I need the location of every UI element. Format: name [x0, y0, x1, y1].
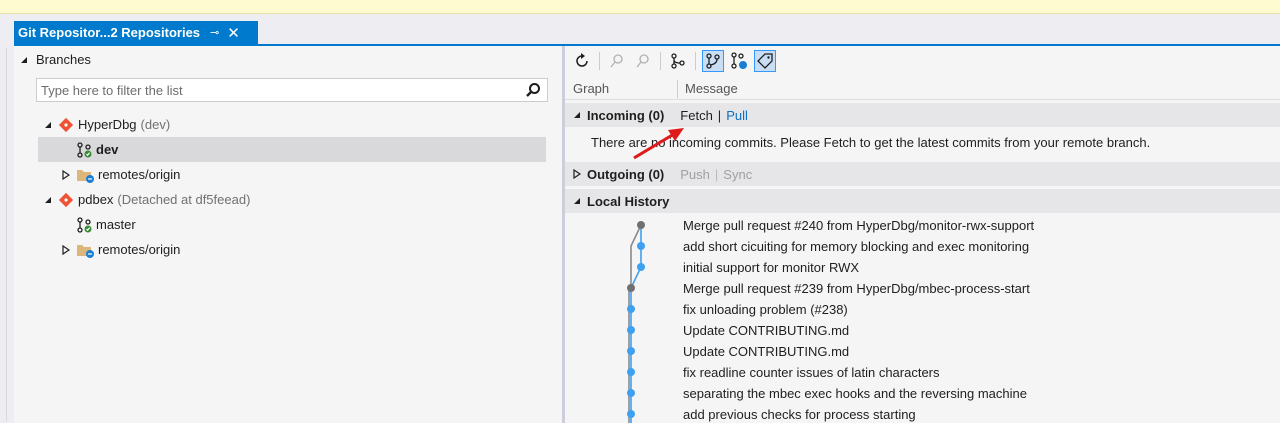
branch-icon — [77, 216, 92, 233]
expand-triangle-icon[interactable] — [573, 169, 581, 179]
expand-triangle-icon[interactable] — [62, 169, 70, 180]
notification-bar — [0, 0, 1280, 14]
commit-row[interactable]: fix unloading problem (#238) — [683, 299, 848, 320]
show-remote-branches-button[interactable] — [728, 50, 750, 72]
commit-row[interactable]: initial support for monitor RWX — [683, 257, 859, 278]
repo-branch-hint: (dev) — [140, 117, 171, 132]
outgoing-section-header[interactable]: Outgoing (0) Push | Sync — [565, 162, 1280, 186]
pin-icon[interactable]: ⊸ — [210, 26, 219, 39]
commit-node — [627, 326, 635, 334]
branch-name: dev — [96, 142, 119, 157]
tab-title: Git Repositor...2 Repositories — [18, 25, 201, 40]
remote-branches-icon — [731, 52, 747, 69]
repo-pdbex[interactable]: pdbex (Detached at df5feead) — [44, 187, 250, 212]
commit-row[interactable]: Merge pull request #239 from HyperDbg/mb… — [683, 278, 1030, 299]
repo-hyperdbg[interactable]: HyperDbg (dev) — [44, 112, 170, 137]
push-link[interactable]: Push — [680, 167, 710, 182]
search-icon[interactable] — [525, 82, 541, 98]
close-icon[interactable]: ✕ — [227, 24, 240, 42]
branch-filter — [36, 78, 548, 102]
commit-row[interactable]: Merge pull request #240 from HyperDbg/mo… — [683, 215, 1034, 236]
commit-node — [637, 263, 645, 271]
commit-node — [627, 305, 635, 313]
outgoing-title: Outgoing (0) — [587, 166, 665, 182]
expand-triangle-icon[interactable] — [62, 244, 70, 255]
branch-graph-icon — [671, 53, 685, 69]
commit-row[interactable]: separating the mbec exec hooks and the r… — [683, 383, 1027, 404]
compare-search-icon — [636, 54, 649, 68]
git-repo-icon — [58, 117, 74, 132]
tag-icon — [757, 53, 773, 69]
history-toolbar — [565, 46, 1280, 76]
branches-panel: Branches HyperDbg (dev) dev — [14, 46, 562, 423]
first-parent-icon — [706, 53, 720, 69]
show-tags-button[interactable] — [754, 50, 776, 72]
commit-node — [627, 347, 635, 355]
commit-row[interactable]: add short cicuiting for memory blocking … — [683, 236, 1029, 257]
refresh-button[interactable] — [571, 50, 593, 72]
commit-row[interactable]: fix readline counter issues of latin cha… — [683, 362, 940, 383]
collapse-triangle-icon[interactable] — [573, 197, 581, 205]
column-headers: Graph Message — [565, 78, 1280, 100]
commit-node — [627, 389, 635, 397]
filter-input[interactable] — [41, 82, 511, 98]
merge-commit-node — [627, 284, 635, 292]
show-branch-graph-button[interactable] — [667, 50, 689, 72]
message-column-header[interactable]: Message — [685, 81, 738, 96]
history-panel: Graph Message Incoming (0) Fetch | Pull … — [565, 46, 1280, 423]
branch-master[interactable]: master — [76, 212, 136, 237]
collapse-triangle-icon — [21, 56, 27, 63]
commit-row[interactable]: Update CONTRIBUTING.md — [683, 320, 849, 341]
remotes-origin-pdbex[interactable]: remotes/origin — [62, 237, 180, 262]
commit-row[interactable]: Update CONTRIBUTING.md — [683, 341, 849, 362]
show-first-parent-button[interactable] — [702, 50, 724, 72]
local-history-header[interactable]: Local History — [565, 189, 1280, 213]
remote-label: remotes/origin — [98, 242, 181, 257]
remotes-origin-hyperdbg[interactable]: remotes/origin — [62, 162, 180, 187]
repo-branch-hint: (Detached at df5feead) — [117, 192, 251, 207]
collapse-triangle-icon[interactable] — [44, 196, 52, 204]
branch-dev[interactable]: dev — [38, 137, 546, 162]
git-repo-icon — [58, 192, 74, 207]
commit-node — [627, 368, 635, 376]
remote-folder-icon — [77, 169, 94, 183]
merge-commit-node — [637, 221, 645, 229]
remote-label: remotes/origin — [98, 167, 181, 182]
refresh-icon — [576, 53, 588, 67]
left-gutter — [0, 44, 14, 423]
branch-icon — [77, 141, 92, 158]
remote-folder-icon — [77, 244, 94, 258]
commit-row[interactable]: add previous checks for process starting — [683, 404, 916, 423]
branches-title: Branches — [36, 52, 91, 67]
annotation-arrow-icon — [633, 128, 684, 160]
view-commit-button[interactable] — [606, 50, 628, 72]
collapse-triangle-icon[interactable] — [44, 121, 52, 129]
commit-node — [627, 410, 635, 418]
repo-name: HyperDbg — [78, 117, 137, 132]
branches-header[interactable]: Branches — [20, 52, 91, 67]
commit-search-icon — [610, 54, 623, 68]
compare-commit-button[interactable] — [632, 50, 654, 72]
commit-node — [637, 242, 645, 250]
pull-link[interactable]: Pull — [726, 108, 748, 123]
repo-name: pdbex — [78, 192, 114, 207]
commit-list: Merge pull request #240 from HyperDbg/mo… — [565, 214, 1280, 423]
commit-graph — [627, 221, 645, 423]
collapse-triangle-icon[interactable] — [573, 111, 581, 119]
tab-strip: Git Repositor...2 Repositories ⊸ ✕ — [0, 14, 1280, 44]
tab-git-repositories[interactable]: Git Repositor...2 Repositories ⊸ ✕ — [14, 21, 258, 44]
sync-link[interactable]: Sync — [723, 167, 752, 182]
branch-name: master — [96, 217, 136, 232]
graph-column-header[interactable]: Graph — [573, 81, 609, 96]
local-history-title: Local History — [587, 193, 670, 209]
